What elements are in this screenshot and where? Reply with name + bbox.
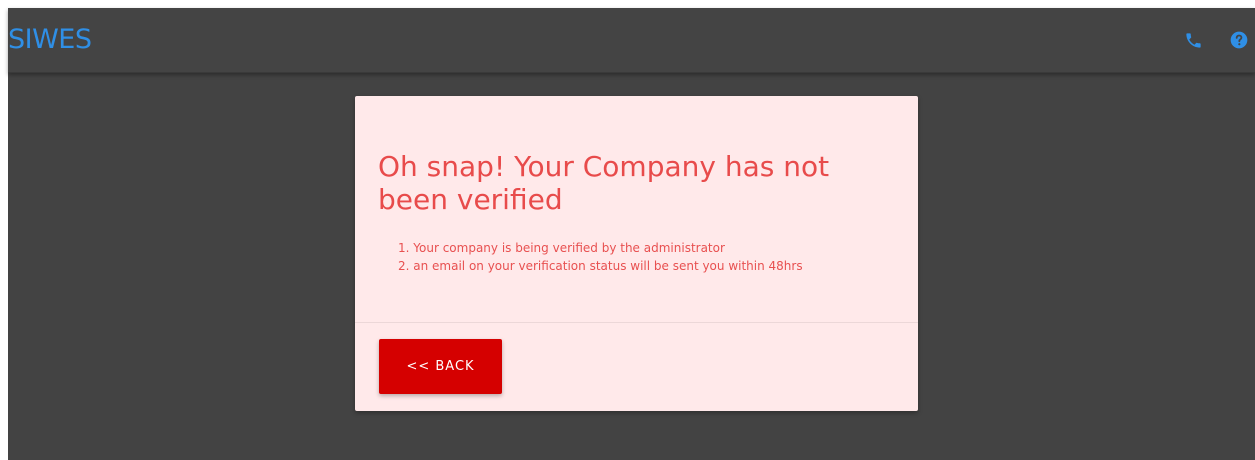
verification-alert-card: Oh snap! Your Company has not been verif…: [355, 96, 918, 411]
card-divider: [355, 322, 918, 323]
phone-button[interactable]: [1181, 28, 1205, 52]
app-bar-actions: [1181, 28, 1255, 52]
reason-list: 1. Your company is being verified by the…: [398, 239, 898, 275]
back-button[interactable]: << BACK: [379, 339, 502, 394]
alert-title: Oh snap! Your Company has not been verif…: [378, 150, 830, 216]
phone-icon: [1185, 32, 1201, 48]
reason-item: 2. an email on your verification status …: [398, 259, 803, 273]
reason-item: 1. Your company is being verified by the…: [398, 241, 725, 255]
app-bar: SIWES: [8, 8, 1255, 73]
help-button[interactable]: [1227, 28, 1251, 52]
app-title[interactable]: SIWES: [8, 25, 92, 55]
help-icon: [1230, 31, 1248, 49]
page: SIWES Oh snap! Your Company has not been…: [8, 8, 1255, 460]
